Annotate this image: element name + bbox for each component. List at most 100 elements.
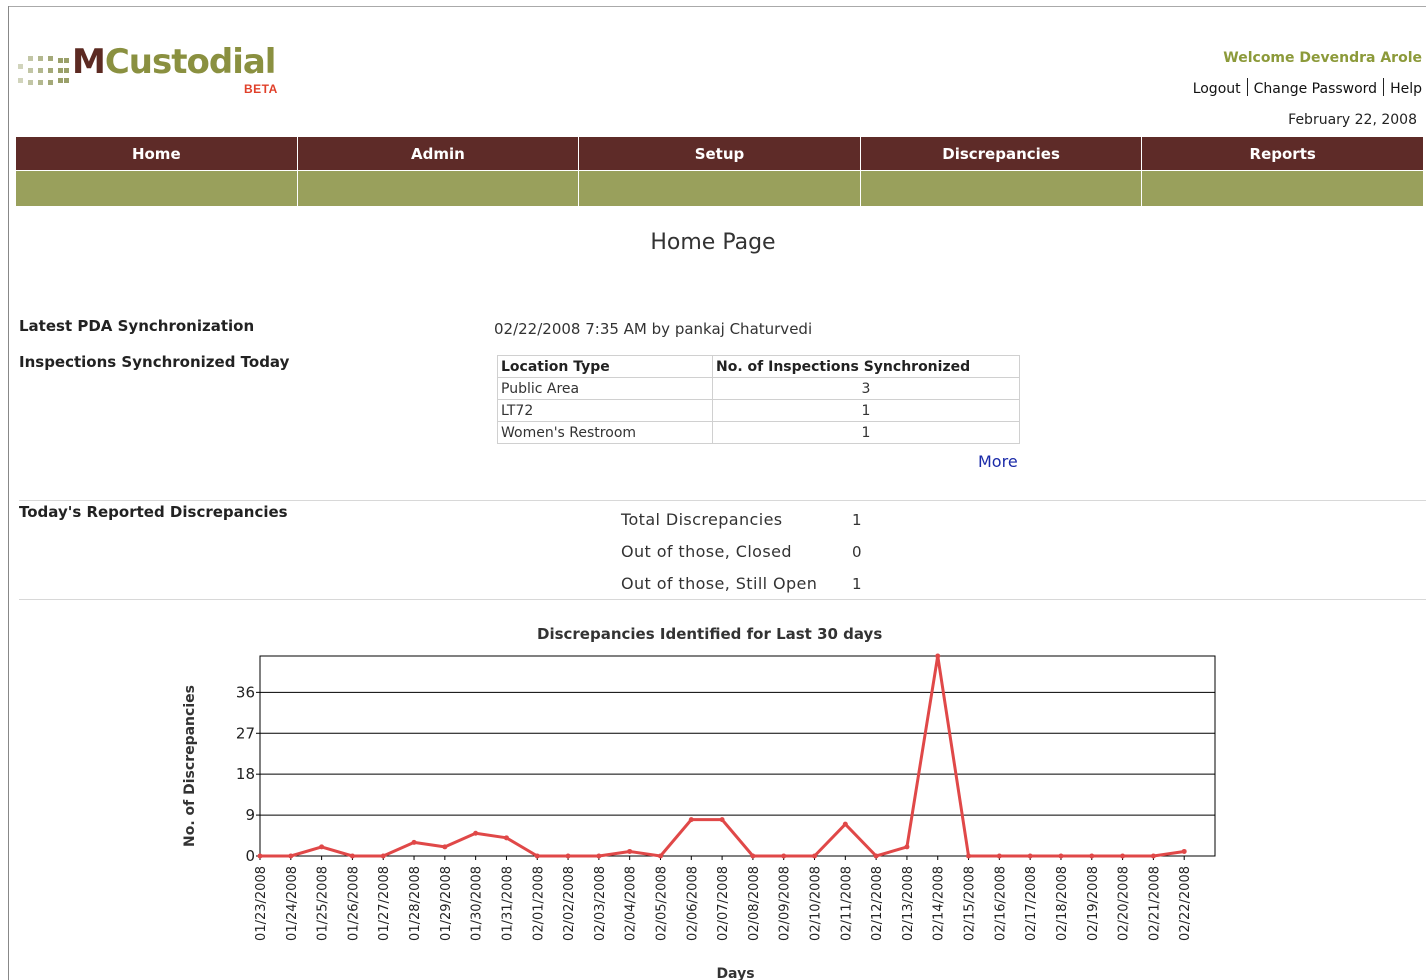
x-tick-label: 01/30/2008 [470,866,485,941]
logo-dots-icon [16,50,72,90]
logout-link[interactable]: Logout [1187,81,1247,97]
data-point [904,844,910,850]
x-tick-label: 02/22/2008 [1178,866,1193,941]
x-tick-label: 02/15/2008 [963,866,978,941]
data-point [657,853,663,859]
nav-item-home[interactable]: Home [16,137,297,171]
x-tick-label: 02/10/2008 [809,866,824,941]
nav-submenu-bar [860,171,1142,206]
nav-item-admin[interactable]: Admin [297,137,579,171]
nav-item-setup[interactable]: Setup [579,137,860,171]
column-header-inspection-count: No. of Inspections Synchronized [712,355,1020,378]
y-axis-label: No. of Discrepancies [182,685,198,847]
x-tick-label: 02/12/2008 [870,866,885,941]
nav-submenu-bar [297,171,579,206]
window-top-border [8,6,1426,7]
todays-discrepancies-label: Today's Reported Discrepancies [19,503,288,521]
y-tick-label: 9 [245,806,255,824]
location-cell: Women's Restroom [497,421,713,444]
chart-title: Discrepancies Identified for Last 30 day… [537,625,883,643]
data-point [534,853,540,859]
data-point [1150,853,1156,859]
data-point [380,853,386,859]
data-point [1089,853,1095,859]
x-tick-label: 01/29/2008 [439,866,454,941]
location-cell: LT72 [497,399,713,422]
app-logo[interactable]: MCustodial BETA [16,42,296,102]
data-point [319,844,325,850]
x-tick-label: 02/17/2008 [1024,866,1039,941]
count-cell: 1 [712,399,1020,422]
nav-item-discrepancies[interactable]: Discrepancies [860,137,1142,171]
location-cell: Public Area [497,377,713,400]
closed-discrepancies-value: 0 [852,543,862,561]
column-header-location-type: Location Type [497,355,713,378]
data-point [627,848,633,854]
x-tick-label: 01/27/2008 [377,866,392,941]
nav-submenu-bar [16,171,297,206]
x-tick-label: 01/31/2008 [500,866,515,941]
x-tick-label: 01/24/2008 [285,866,300,941]
data-point [411,839,417,845]
x-tick-label: 02/11/2008 [839,866,854,941]
table-row: Women's Restroom 1 [497,421,1020,444]
count-cell: 3 [712,377,1020,400]
section-divider [19,500,1426,501]
page-title: Home Page [650,230,776,255]
nav-col-discrepancies: Discrepancies [859,137,1142,206]
help-link[interactable]: Help [1384,81,1422,97]
more-inspections-link[interactable]: More [978,452,1018,471]
x-tick-label: 02/18/2008 [1055,866,1070,941]
section-divider [19,599,1426,600]
welcome-message: Welcome Devendra Arole [1223,50,1422,66]
data-point [1027,853,1033,859]
x-tick-label: 01/23/2008 [254,866,269,941]
y-tick-label: 27 [236,724,255,742]
x-tick-label: 02/01/2008 [531,866,546,941]
total-discrepancies-value: 1 [852,511,862,529]
data-point [257,853,263,859]
nav-col-reports: Reports [1141,137,1423,206]
nav-item-reports[interactable]: Reports [1142,137,1423,171]
data-point [1181,848,1187,854]
data-point [842,821,848,827]
account-links: Logout Change Password Help [1187,78,1422,97]
x-tick-label: 02/13/2008 [901,866,916,941]
x-axis-label: Days [716,966,754,980]
x-tick-label: 01/26/2008 [346,866,361,941]
open-discrepancies-label: Out of those, Still Open [621,574,818,593]
data-point [1120,853,1126,859]
x-tick-label: 02/04/2008 [624,866,639,941]
data-point [442,844,448,850]
data-point [781,853,787,859]
logo-name: Custodial [104,42,277,82]
data-point [288,853,294,859]
discrepancies-line-chart: 0 9 18 27 36 01/23/2008 01/24/2008 01/25/2008 01… [182,653,1216,980]
x-tick-label: 02/05/2008 [654,866,669,941]
x-tick-label: 02/21/2008 [1147,866,1162,941]
window-left-border [8,6,9,980]
main-nav: Home Admin Setup Discrepancies Reports [16,137,1423,206]
data-point [688,817,694,823]
x-tick-label: 02/09/2008 [778,866,793,941]
nav-col-setup: Setup [578,137,860,206]
x-tick-label: 02/20/2008 [1117,866,1132,941]
logo-beta-badge: BETA [244,82,278,96]
total-discrepancies-label: Total Discrepancies [621,510,783,529]
data-point [349,853,355,859]
y-tick-label: 36 [236,683,255,701]
x-tick-label: 01/28/2008 [408,866,423,941]
nav-submenu-bar [1142,171,1423,206]
change-password-link[interactable]: Change Password [1248,81,1383,97]
x-tick-label: 02/14/2008 [932,866,947,941]
data-point [503,835,509,841]
table-row: LT72 1 [497,399,1020,422]
y-tick-label: 18 [236,765,255,783]
inspections-table: Location Type No. of Inspections Synchro… [497,355,1020,444]
x-tick-label: 02/07/2008 [716,866,731,941]
data-point [1058,853,1064,859]
nav-submenu-bar [579,171,860,206]
y-tick-label: 0 [245,847,255,865]
data-point [812,853,818,859]
x-tick-label: 02/03/2008 [593,866,608,941]
